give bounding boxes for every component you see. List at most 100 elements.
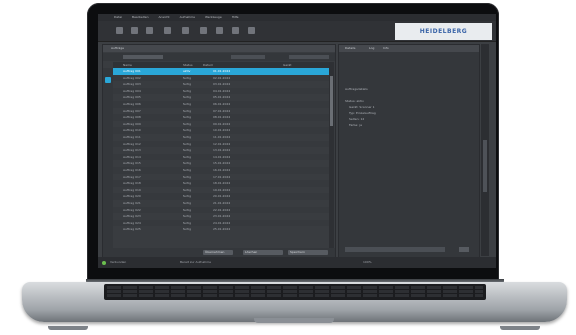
table-row[interactable]: Auftrag 003 fertig 03.01.2024 <box>113 81 329 88</box>
table-row[interactable]: Auftrag 007 fertig 07.01.2024 <box>113 108 329 115</box>
cell-name: Auftrag 023 <box>123 214 141 219</box>
filter-row <box>103 53 335 61</box>
orders-panel: Aufträge Name Status Datum Gerät Auftrag… <box>102 44 336 258</box>
save-button-label: Speichern <box>290 250 305 254</box>
menu-item-edit[interactable]: Bearbeiten <box>132 14 148 21</box>
cell-status: fertig <box>183 154 192 159</box>
settings-icon[interactable] <box>248 27 255 34</box>
copy-icon[interactable] <box>200 27 207 34</box>
scrollbar-thumb[interactable] <box>330 76 333 126</box>
cell-date: 08.01.2024 <box>213 115 231 120</box>
cell-name: Auftrag 006 <box>123 102 141 106</box>
cut-icon[interactable] <box>182 27 189 34</box>
table-row[interactable]: Auftrag 021 fertig 21.01.2024 <box>113 200 329 207</box>
table-row[interactable]: Auftrag 016 fertig 16.01.2024 <box>113 167 329 174</box>
tab-info[interactable]: Info <box>383 46 389 50</box>
cell-date: 04.01.2024 <box>213 88 231 93</box>
cell-status: fertig <box>183 201 192 205</box>
table-row[interactable]: Auftrag 010 fertig 10.01.2024 <box>113 127 329 134</box>
details-panel: Details Log Info Auftragsdetails Status:… <box>338 44 480 258</box>
menu-item-file[interactable]: Datei <box>114 14 122 21</box>
save-button[interactable]: Speichern <box>288 250 328 255</box>
app-screen: Datei Bearbeiten Ansicht Aufnahme Werkze… <box>98 14 496 268</box>
details-tabs: Details Log Info <box>339 45 479 52</box>
delete-button[interactable]: Löschen <box>243 250 283 255</box>
new-icon[interactable] <box>116 27 123 34</box>
detail-line: Seiten: 12 <box>349 117 365 121</box>
details-heading: Auftragsdetails <box>345 87 368 91</box>
cell-name: Auftrag 019 <box>123 187 141 192</box>
undo-icon[interactable] <box>232 27 239 34</box>
logo-text: HEIDELBERG <box>419 28 468 35</box>
table-row[interactable]: Auftrag 013 fertig 13.01.2024 <box>113 147 329 154</box>
table-row[interactable]: Auftrag 011 fertig 11.01.2024 <box>113 134 329 141</box>
table-row[interactable]: Auftrag 005 fertig 05.01.2024 <box>113 94 329 101</box>
menu-item-capture[interactable]: Aufnahme <box>180 14 195 21</box>
table-row[interactable]: Auftrag 009 fertig 09.01.2024 <box>113 121 329 128</box>
details-scrollbar-thumb[interactable] <box>483 140 487 192</box>
details-button[interactable] <box>459 247 469 252</box>
cell-status: fertig <box>183 194 192 199</box>
column-header-name[interactable]: Name <box>123 63 132 67</box>
cell-date: 13.01.2024 <box>213 148 231 153</box>
paste-icon[interactable] <box>216 27 223 34</box>
table-row[interactable]: Auftrag 002 fertig 02.01.2024 <box>113 74 329 82</box>
table-row[interactable]: Auftrag 004 fertig 04.01.2024 <box>113 87 329 95</box>
table-row[interactable]: Auftrag 012 fertig 12.01.2024 <box>113 140 329 148</box>
row-gutter <box>103 68 113 248</box>
search-input[interactable] <box>289 55 329 59</box>
filter-dropdown[interactable] <box>231 55 265 59</box>
row-selector-icon[interactable] <box>105 77 111 83</box>
table-row[interactable]: Auftrag 015 fertig 15.01.2024 <box>113 160 329 167</box>
column-header-date[interactable]: Datum <box>203 63 213 67</box>
table-row[interactable]: Auftrag 023 fertig 23.01.2024 <box>113 213 329 220</box>
menu-item-view[interactable]: Ansicht <box>159 14 170 21</box>
table-row[interactable]: Auftrag 008 fertig 08.01.2024 <box>113 114 329 121</box>
cell-date: 01.01.2024 <box>213 69 231 73</box>
connection-status-icon <box>102 261 106 265</box>
save-icon[interactable] <box>146 27 153 34</box>
print-icon[interactable] <box>164 27 171 34</box>
detail-line: Gerät: Scanner 1 <box>349 105 375 109</box>
brand-logo: HEIDELBERG <box>395 23 492 40</box>
panel-footer: Übernehmen Löschen Speichern <box>103 248 335 257</box>
table-scrollbar[interactable] <box>329 62 334 248</box>
table-row[interactable]: Auftrag 025 fertig 25.01.2024 <box>113 226 329 233</box>
table-row[interactable]: Auftrag 014 fertig 14.01.2024 <box>113 153 329 161</box>
cell-status: fertig <box>183 121 192 126</box>
menu-item-help[interactable]: Hilfe <box>232 14 239 21</box>
apply-button[interactable]: Übernehmen <box>203 250 233 255</box>
cell-status: fertig <box>183 135 192 139</box>
cell-date: 16.01.2024 <box>213 168 231 172</box>
table-row[interactable]: Auftrag 019 fertig 19.01.2024 <box>113 187 329 194</box>
cell-date: 18.01.2024 <box>213 181 231 186</box>
table-row[interactable]: Auftrag 017 fertig 17.01.2024 <box>113 174 329 181</box>
tab-details[interactable]: Details <box>345 46 355 50</box>
cell-name: Auftrag 010 <box>123 128 141 133</box>
filter-input[interactable] <box>123 55 163 59</box>
cell-status: fertig <box>183 141 192 146</box>
cell-status: fertig <box>183 181 192 186</box>
key-row <box>107 286 483 289</box>
table-row[interactable]: Auftrag 022 fertig 22.01.2024 <box>113 206 329 214</box>
table-row[interactable]: Auftrag 018 fertig 18.01.2024 <box>113 180 329 187</box>
details-scrollbar[interactable] <box>481 44 489 256</box>
open-icon[interactable] <box>131 27 138 34</box>
details-input[interactable] <box>345 247 445 252</box>
cell-name: Auftrag 025 <box>123 227 141 232</box>
cell-date: 10.01.2024 <box>213 128 231 133</box>
table-row[interactable]: Auftrag 001 aktiv 01.01.2024 <box>113 68 329 75</box>
laptop-foot <box>48 326 88 330</box>
tab-log[interactable]: Log <box>369 46 374 50</box>
cell-status: fertig <box>183 161 192 166</box>
column-header-device[interactable]: Gerät <box>283 63 291 67</box>
table-row[interactable]: Auftrag 006 fertig 06.01.2024 <box>113 101 329 108</box>
column-header-status[interactable]: Status <box>183 63 193 67</box>
cell-date: 21.01.2024 <box>213 201 231 205</box>
table-row[interactable]: Auftrag 024 fertig 24.01.2024 <box>113 219 329 227</box>
panel-title-bar: Aufträge <box>103 45 335 52</box>
cell-date: 14.01.2024 <box>213 154 231 159</box>
cell-name: Auftrag 001 <box>123 69 141 73</box>
menu-item-tools[interactable]: Werkzeuge <box>205 14 222 21</box>
table-row[interactable]: Auftrag 020 fertig 20.01.2024 <box>113 193 329 200</box>
